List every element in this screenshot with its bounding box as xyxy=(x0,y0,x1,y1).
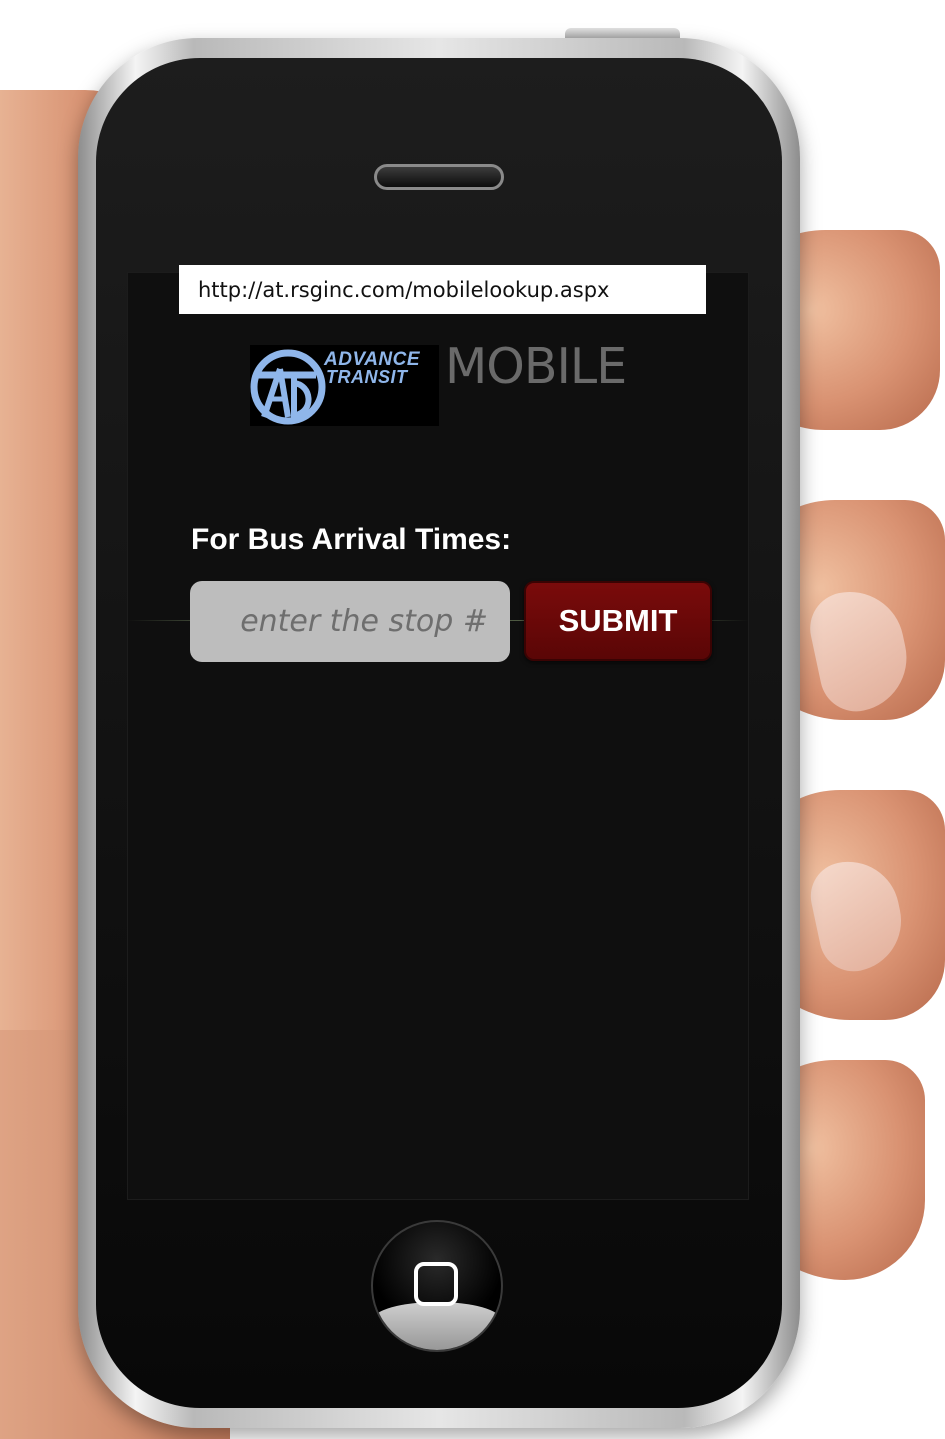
scene: http://at.rsginc.com/mobilelookup.aspx A… xyxy=(0,0,945,1439)
arrival-times-heading: For Bus Arrival Times: xyxy=(191,523,512,556)
phone-earpiece xyxy=(374,164,504,190)
address-bar[interactable]: http://at.rsginc.com/mobilelookup.aspx xyxy=(179,265,706,314)
stop-number-input[interactable] xyxy=(190,581,510,662)
home-button[interactable] xyxy=(371,1220,503,1352)
mobile-label: MOBILE xyxy=(445,338,627,395)
advance-transit-logo: ADVANCE TRANSIT xyxy=(250,345,439,426)
home-button-shine xyxy=(373,1302,501,1350)
home-square-icon xyxy=(414,1262,458,1306)
submit-button[interactable]: SUBMIT xyxy=(524,581,712,661)
logo-text-transit: TRANSIT xyxy=(326,367,408,387)
at-logo-icon xyxy=(250,349,326,425)
